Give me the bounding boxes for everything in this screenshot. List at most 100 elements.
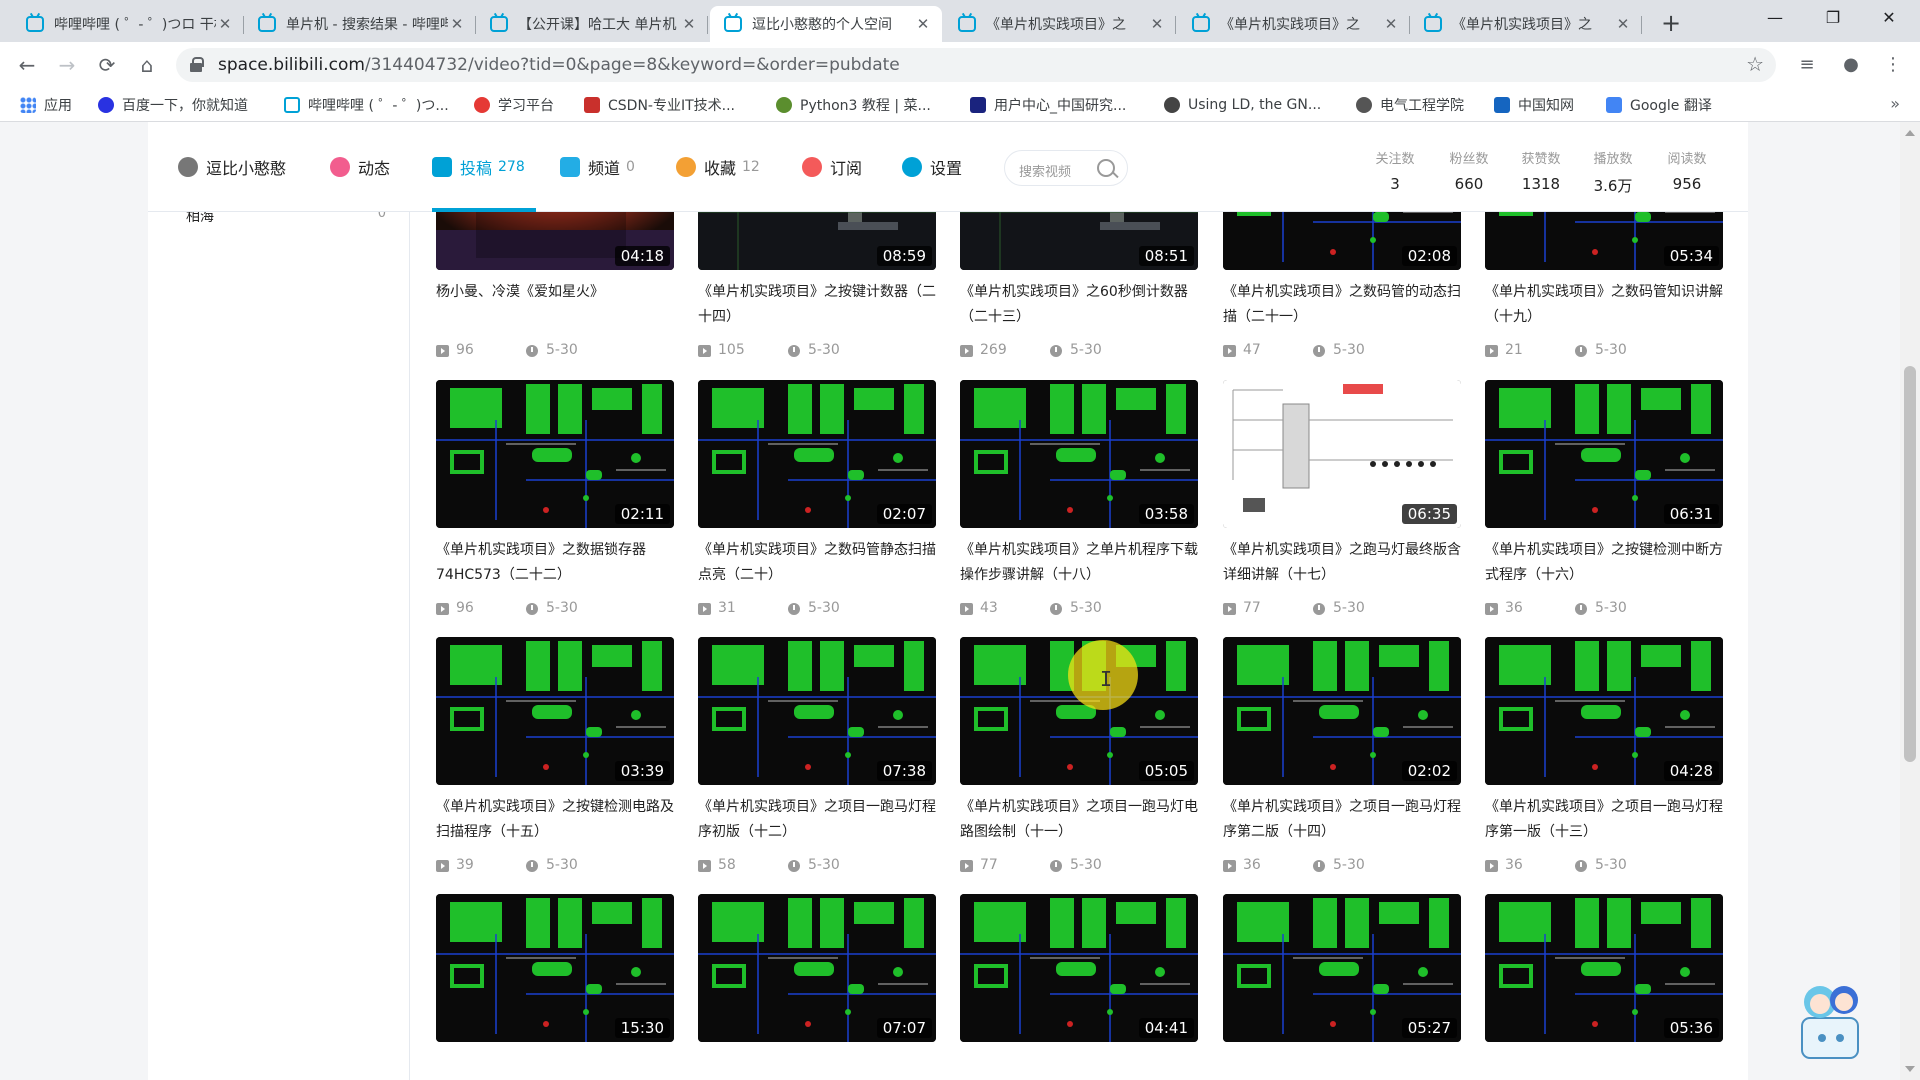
browser-tab[interactable]: 【公开课】哈工大 单片机 ✕ [476,6,708,42]
bookmark-apps[interactable]: 应用 [20,95,72,115]
stat-following[interactable]: 关注数 3 [1360,148,1430,193]
video-title[interactable]: 《单片机实践项目》之数码管的动态扫描（二十一） [1223,280,1461,330]
video-card[interactable]: 04:28 《单片机实践项目》之项目一跑马灯程序第一版（十三） 36 5-30 [1485,637,1723,877]
video-card[interactable]: 06:31 《单片机实践项目》之按键检测中断方式程序（十六） 36 5-30 [1485,380,1723,620]
video-card[interactable]: 15:30 [436,894,674,1080]
video-title[interactable]: 《单片机实践项目》之数码管静态扫描点亮（二十） [698,538,936,588]
bookmark-study[interactable]: 学习平台 [474,95,554,115]
mascot-icon[interactable] [1792,974,1872,1066]
video-card[interactable]: 07:07 [698,894,936,1080]
scrollbar-thumb[interactable] [1904,366,1916,762]
video-card[interactable]: 04:41 [960,894,1198,1080]
video-title[interactable]: 《单片机实践项目》之项目一跑马灯程序第二版（十四） [1223,795,1461,845]
address-bar[interactable]: space.bilibili.com/314404732/video?tid=0… [176,48,1776,82]
new-tab-button[interactable]: + [1656,8,1686,38]
search-icon[interactable] [1097,159,1115,177]
video-card[interactable]: 06:35 《单片机实践项目》之跑马灯最终版含详细讲解（十七） 77 5-30 [1223,380,1461,620]
restore-button[interactable]: ❐ [1806,0,1860,36]
video-title[interactable]: 《单片机实践项目》之单片机程序下载操作步骤讲解（十八） [960,538,1198,588]
video-title[interactable]: 《单片机实践项目》之项目一跑马灯程序初版（十二） [698,795,936,845]
bookmark-baidu[interactable]: 百度一下，你就知道 [98,95,248,115]
close-icon[interactable]: ✕ [1382,15,1400,33]
scroll-up-icon[interactable] [1905,130,1915,136]
bookmark-runoob[interactable]: Python3 教程 | 菜... [776,95,931,115]
video-thumbnail[interactable]: 07:38 [698,637,936,785]
video-title[interactable]: 《单片机实践项目》之项目一跑马灯电路图绘制（十一） [960,795,1198,845]
play-count-icon [436,345,449,357]
minimize-button[interactable]: — [1748,0,1802,36]
reading-list-icon[interactable]: ≡ [1792,50,1822,80]
video-title[interactable]: 《单片机实践项目》之按键计数器（二十四） [698,280,936,330]
video-thumbnail[interactable]: 02:07 [698,380,936,528]
video-title[interactable]: 《单片机实践项目》之按键检测中断方式程序（十六） [1485,538,1723,588]
close-icon[interactable]: ✕ [914,15,932,33]
scroll-down-icon[interactable] [1905,1066,1915,1072]
browser-tab[interactable]: 《单片机实践项目》之 ✕ [944,6,1176,42]
video-title[interactable]: 《单片机实践项目》之跑马灯最终版含详细讲解（十七） [1223,538,1461,588]
close-icon[interactable]: ✕ [448,15,466,33]
video-thumbnail[interactable]: 02:02 [1223,637,1461,785]
window-close-button[interactable]: ✕ [1862,0,1916,36]
video-title[interactable]: 《单片机实践项目》之数据锁存器74HC573（二十二） [436,538,674,588]
video-card[interactable]: 07:38 《单片机实践项目》之项目一跑马灯程序初版（十二） 58 5-30 [698,637,936,877]
bookmark-graduate[interactable]: 用户中心_中国研究... [970,95,1126,115]
stat-followers[interactable]: 粉丝数 660 [1434,148,1504,193]
video-thumbnail[interactable]: 04:28 [1485,637,1723,785]
video-search-input[interactable]: 搜索视频 [1004,150,1128,186]
bookmark-cnki[interactable]: 中国知网 [1494,95,1574,115]
browser-tab[interactable]: 《单片机实践项目》之 ✕ [1178,6,1410,42]
nav-uploads[interactable]: 投稿 278 [432,156,525,178]
video-thumbnail[interactable]: 03:39 [436,637,674,785]
close-icon[interactable]: ✕ [216,15,234,33]
bookmark-google-translate[interactable]: Google 翻译 [1606,95,1712,115]
video-card[interactable]: 03:39 《单片机实践项目》之按键检测电路及扫描程序（十五） 39 5-30 [436,637,674,877]
home-button[interactable]: ⌂ [132,50,162,80]
bookmark-electrical[interactable]: 电气工程学院 [1356,95,1464,115]
back-button[interactable]: ← [12,50,42,80]
video-thumbnail[interactable]: 15:30 [436,894,674,1042]
profile-avatar-icon[interactable]: ● [1836,50,1866,80]
video-thumbnail[interactable]: 05:27 [1223,894,1461,1042]
video-thumbnail[interactable]: 06:35 [1223,380,1461,528]
bookmark-star-icon[interactable]: ☆ [1746,52,1764,76]
video-card[interactable]: 03:58 《单片机实践项目》之单片机程序下载操作步骤讲解（十八） 43 5-30 [960,380,1198,620]
nav-channels[interactable]: 频道 0 [560,156,635,178]
nav-subscriptions[interactable]: 订阅 [802,156,862,178]
video-thumbnail[interactable]: 04:41 [960,894,1198,1042]
video-card[interactable]: 05:36 [1485,894,1723,1080]
more-bookmarks-icon[interactable]: » [1890,94,1900,113]
close-icon[interactable]: ✕ [1148,15,1166,33]
video-card[interactable]: 02:02 《单片机实践项目》之项目一跑马灯程序第二版（十四） 36 5-30 [1223,637,1461,877]
bookmark-gnu-ld[interactable]: Using LD, the GN... [1164,95,1321,115]
video-thumbnail[interactable]: 05:36 [1485,894,1723,1042]
reload-button[interactable]: ⟳ [92,50,122,80]
close-icon[interactable]: ✕ [1614,15,1632,33]
browser-tab-active[interactable]: 逗比小憨憨的个人空间 ✕ [710,6,942,42]
video-title[interactable]: 《单片机实践项目》之数码管知识讲解（十九） [1485,280,1723,330]
browser-tab[interactable]: 单片机 - 搜索结果 - 哔哩哔哩 ✕ [244,6,476,42]
video-card[interactable]: 02:07 《单片机实践项目》之数码管静态扫描点亮（二十） 31 5-30 [698,380,936,620]
menu-icon[interactable]: ⋮ [1878,50,1908,80]
video-thumbnail[interactable]: 06:31 [1485,380,1723,528]
browser-tab[interactable]: 哔哩哔哩 ( ゜- ゜)つロ 干杯 ✕ [12,6,244,42]
video-thumbnail[interactable]: 02:11 [436,380,674,528]
nav-dynamic[interactable]: 动态 [330,156,390,178]
video-thumbnail[interactable]: 03:58 [960,380,1198,528]
browser-tab[interactable]: 《单片机实践项目》之 ✕ [1410,6,1642,42]
page-scrollbar[interactable] [1900,122,1920,1080]
video-thumbnail[interactable]: 07:07 [698,894,936,1042]
bookmark-bilibili[interactable]: 哔哩哔哩 ( ゜- ゜)つ... [284,95,449,115]
play-count: 47 [1243,342,1261,358]
bookmark-csdn[interactable]: CSDN-专业IT技术... [584,95,735,115]
nav-favorites[interactable]: 收藏 12 [676,156,760,178]
video-title[interactable]: 杨小曼、冷漠《爱如星火》 [436,280,674,330]
video-card[interactable]: 02:11 《单片机实践项目》之数据锁存器74HC573（二十二） 96 5-30 [436,380,674,620]
nav-home[interactable]: 逗比小憨憨 [178,156,286,178]
forward-button[interactable]: → [52,50,82,80]
video-title[interactable]: 《单片机实践项目》之按键检测电路及扫描程序（十五） [436,795,674,845]
video-card[interactable]: 05:27 [1223,894,1461,1080]
close-icon[interactable]: ✕ [680,15,698,33]
video-title[interactable]: 《单片机实践项目》之60秒倒计数器（二十三） [960,280,1198,330]
nav-settings[interactable]: 设置 [902,156,962,178]
video-title[interactable]: 《单片机实践项目》之项目一跑马灯程序第一版（十三） [1485,795,1723,845]
